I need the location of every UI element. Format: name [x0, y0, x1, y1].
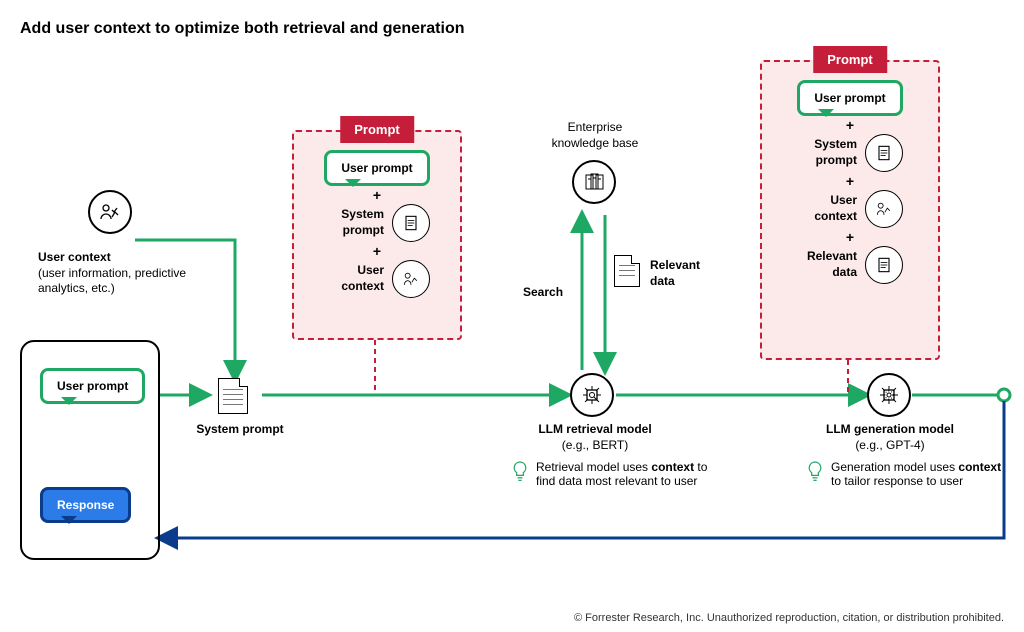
lightbulb-icon [510, 460, 530, 484]
copyright-notice: © Forrester Research, Inc. Unauthorized … [574, 612, 1004, 624]
retrieval-label: LLM retrieval model (e.g., BERT) [510, 422, 680, 453]
system-prompt-label: System prompt [185, 422, 295, 438]
prompt-panel-1-tag: Prompt [340, 116, 414, 143]
ekb-label: Enterprise knowledge base [540, 120, 650, 151]
generation-label: LLM generation model (e.g., GPT-4) [800, 422, 980, 453]
prompt-panel-1: Prompt User prompt + System prompt + Use… [292, 130, 462, 340]
panel1-system-prompt-label: System prompt [324, 207, 384, 238]
panel2-user-prompt: User prompt [797, 80, 902, 116]
analytics-icon [392, 260, 430, 298]
document-icon [865, 246, 903, 284]
user-context-icon [88, 190, 132, 234]
generation-note: Generation model uses context to tailor … [805, 460, 1005, 488]
page-title: Add user context to optimize both retrie… [20, 20, 465, 38]
generation-sub: (e.g., GPT-4) [855, 438, 924, 452]
prompt-panel-2: Prompt User prompt + System prompt + Use… [760, 60, 940, 360]
panel1-user-context-label: User context [324, 263, 384, 294]
generation-name: LLM generation model [826, 422, 954, 436]
user-device-box: User prompt Response [20, 340, 160, 560]
generation-chip-icon [867, 373, 911, 417]
plus-icon: + [846, 118, 854, 132]
relevant-data-doc-icon [614, 255, 640, 287]
retrieval-chip-icon [570, 373, 614, 417]
system-prompt-icon [218, 378, 248, 414]
retrieval-name: LLM retrieval model [538, 422, 651, 436]
response-bubble: Response [40, 487, 131, 523]
document-icon [392, 204, 430, 242]
plus-icon: + [373, 188, 381, 202]
user-context-heading: User context [38, 250, 111, 264]
search-label: Search [523, 285, 563, 301]
panel2-relevant-data-label: Relevant data [797, 249, 857, 280]
plus-icon: + [373, 244, 381, 258]
user-prompt-bubble: User prompt [40, 368, 145, 404]
panel2-user-context-label: User context [797, 193, 857, 224]
document-icon [865, 134, 903, 172]
plus-icon: + [846, 174, 854, 188]
panel1-user-prompt: User prompt [324, 150, 429, 186]
panel2-system-prompt-label: System prompt [797, 137, 857, 168]
prompt-panel-2-tag: Prompt [813, 46, 887, 73]
lightbulb-icon [805, 460, 825, 484]
ekb-icon [572, 160, 616, 204]
plus-icon: + [846, 230, 854, 244]
relevant-data-label: Relevant data [650, 258, 720, 289]
user-context-label: User context (user information, predicti… [38, 250, 188, 297]
retrieval-sub: (e.g., BERT) [562, 438, 628, 452]
analytics-icon [865, 190, 903, 228]
retrieval-note: Retrieval model uses context to find dat… [510, 460, 710, 488]
user-context-sub: (user information, predictive analytics,… [38, 266, 186, 296]
